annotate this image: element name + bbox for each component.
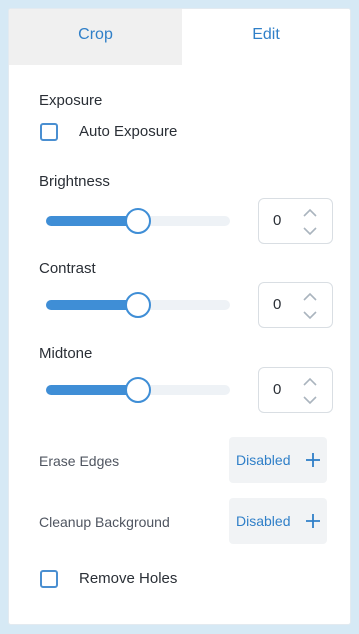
remove-holes-checkbox[interactable]: [40, 570, 58, 588]
tab-bar: Crop Edit: [9, 9, 350, 65]
slider-thumb[interactable]: [125, 292, 151, 318]
erase-edges-label: Erase Edges: [39, 453, 120, 469]
slider-thumb[interactable]: [125, 377, 151, 403]
erase-edges-button[interactable]: Disabled: [229, 437, 327, 483]
tab-crop[interactable]: Crop: [9, 9, 182, 65]
contrast-label: Contrast: [39, 260, 96, 277]
remove-holes-label: Remove Holes: [79, 570, 178, 587]
tab-edit[interactable]: Edit: [182, 9, 350, 65]
chevron-up-icon[interactable]: [301, 206, 319, 220]
exposure-heading: Exposure: [39, 92, 103, 109]
slider-thumb[interactable]: [125, 208, 151, 234]
midtone-slider[interactable]: [46, 377, 230, 403]
auto-exposure-checkbox[interactable]: [40, 123, 58, 141]
chevron-down-icon[interactable]: [301, 393, 319, 407]
cleanup-background-status: Disabled: [236, 513, 291, 529]
erase-edges-status: Disabled: [236, 452, 291, 468]
brightness-value[interactable]: 0: [273, 199, 281, 243]
contrast-slider[interactable]: [46, 292, 230, 318]
plus-icon[interactable]: [304, 512, 322, 530]
cleanup-background-button[interactable]: Disabled: [229, 498, 327, 544]
chevron-up-icon[interactable]: [301, 375, 319, 389]
cleanup-background-label: Cleanup Background: [39, 514, 170, 530]
contrast-stepper[interactable]: 0: [258, 282, 333, 328]
contrast-value[interactable]: 0: [273, 283, 281, 327]
midtone-label: Midtone: [39, 345, 93, 362]
midtone-value[interactable]: 0: [273, 368, 281, 412]
brightness-stepper[interactable]: 0: [258, 198, 333, 244]
edit-panel: Crop Edit Exposure Auto Exposure Brightn…: [8, 8, 351, 625]
plus-icon[interactable]: [304, 451, 322, 469]
chevron-down-icon[interactable]: [301, 308, 319, 322]
brightness-slider[interactable]: [46, 208, 230, 234]
brightness-label: Brightness: [39, 173, 110, 190]
chevron-up-icon[interactable]: [301, 290, 319, 304]
chevron-down-icon[interactable]: [301, 224, 319, 238]
midtone-stepper[interactable]: 0: [258, 367, 333, 413]
auto-exposure-label: Auto Exposure: [79, 123, 178, 140]
